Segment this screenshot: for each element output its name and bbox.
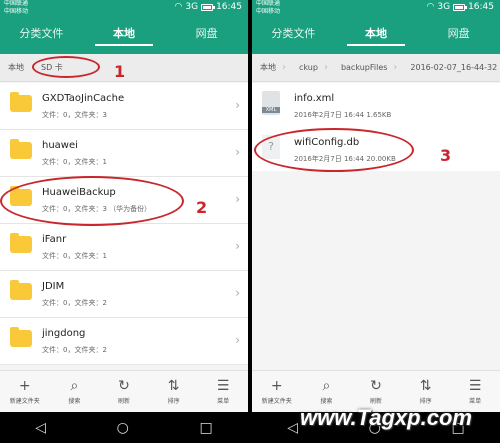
folder-icon [10,92,32,112]
top-bar: 中国联通 中国移动 ◠ 3G 16:45 分类文件 本地 网盘 [0,0,248,54]
system-nav-bar: ◁ ○ □ [0,412,248,443]
tab-categories[interactable]: 分类文件 [252,22,335,46]
tab-indicator [347,44,405,46]
signal-icon: 3G [437,2,451,12]
annotation-ellipse-3 [254,128,414,172]
folder-icon [10,327,32,347]
refresh-icon: ↻ [118,378,130,394]
status-bar: 中国联通 中国移动 ◠ 3G 16:45 [0,0,248,18]
tab-bar: 分类文件 本地 网盘 [252,22,500,46]
new-folder-button[interactable]: + 新建文件夹 [0,371,50,412]
annotation-number-2: 2 [196,198,208,217]
breadcrumb-item-backup[interactable]: ckup › [291,54,333,81]
xml-file-icon: XML [262,91,280,115]
watermark: www.Tagxp.com [300,405,472,430]
annotation-ellipse-1 [32,56,100,78]
list-item[interactable]: jingdong 文件：0，文件夹：2 › [0,318,248,365]
status-bar: 中国联通 中国移动 ◠ 3G 16:45 [252,0,500,18]
folder-icon [10,139,32,159]
folder-meta: 文件：0，文件夹：2 [42,346,107,354]
search-icon: ⌕ [70,378,79,394]
status-right: ◠ 3G 16:45 [175,2,243,12]
folder-name: jingdong [42,328,86,339]
chevron-right-icon: › [235,98,240,112]
wifi-icon: ◠ [426,2,435,12]
annotation-number-1: 1 [114,62,126,81]
folder-meta: 文件：0，文件夹：1 [42,252,107,260]
chevron-right-icon: › [235,286,240,300]
breadcrumb-item-backupfiles[interactable]: backupFiles › [333,54,402,81]
tab-bar: 分类文件 本地 网盘 [0,22,248,46]
folder-name: huawei [42,140,78,151]
file-meta: 2016年2月7日 16:44 1.65KB [294,111,392,119]
home-icon[interactable]: ○ [117,420,129,436]
back-icon[interactable]: ◁ [35,420,46,436]
chevron-right-icon: › [235,333,240,347]
list-item[interactable]: JDIM 文件：0，文件夹：2 › [0,271,248,318]
carrier-labels: 中国联通 中国移动 [256,0,280,16]
carrier-labels: 中国联通 中国移动 [4,0,28,16]
recents-icon[interactable]: □ [199,420,212,436]
tab-indicator [95,44,153,46]
back-icon[interactable]: ◁ [287,420,298,436]
folder-icon [10,233,32,253]
annotation-number-3: 3 [440,146,452,165]
status-right: ◠ 3G 16:45 [427,2,495,12]
folder-name: JDIM [42,281,65,292]
list-item[interactable]: iFanr 文件：0，文件夹：1 › [0,224,248,271]
right-screen: 中国联通 中国移动 ◠ 3G 16:45 分类文件 本地 网盘 本地 › ckup… [252,0,500,443]
chevron-right-icon: › [235,192,240,206]
menu-button[interactable]: ☰ 菜单 [198,371,248,412]
list-item[interactable]: GXDTaoJinCache 文件：0，文件夹：3 › [0,83,248,130]
wifi-icon: ◠ [174,2,183,12]
search-icon: ⌕ [322,378,331,394]
menu-icon: ☰ [468,378,482,394]
tab-categories[interactable]: 分类文件 [0,22,83,46]
carrier-2: 中国移动 [256,8,281,15]
breadcrumb: 本地 › ckup › backupFiles › 2016-02-07_16-44-… [252,54,500,82]
clock: 16:45 [468,2,494,12]
list-item[interactable]: XML info.xml 2016年2月7日 16:44 1.65KB [252,83,500,127]
battery-icon [201,3,216,11]
breadcrumb-item-local[interactable]: 本地 › [252,54,291,81]
chevron-right-icon: › [235,239,240,253]
sort-icon: ⇅ [167,378,180,394]
refresh-icon: ↻ [370,378,382,394]
signal-icon: 3G [185,2,199,12]
tab-cloud[interactable]: 网盘 [165,22,248,46]
tab-local[interactable]: 本地 [83,22,166,46]
plus-icon: + [18,378,31,394]
new-folder-button[interactable]: + 新建文件夹 [252,371,302,412]
tab-cloud[interactable]: 网盘 [417,22,500,46]
folder-name: GXDTaoJinCache [42,93,125,104]
search-button[interactable]: ⌕ 搜索 [50,371,100,412]
bottom-toolbar: + 新建文件夹 ⌕ 搜索 ↻ 刷新 ⇅ 排序 ☰ 菜单 [0,370,248,412]
carrier-1: 中国联通 [4,0,29,7]
file-name: info.xml [294,93,335,104]
breadcrumb-item-date[interactable]: 2016-02-07_16-44-32 [402,54,500,81]
refresh-button[interactable]: ↻ 刷新 [99,371,149,412]
folder-name: iFanr [42,234,67,245]
carrier-1: 中国联通 [256,0,281,7]
battery-icon [453,3,468,11]
sort-icon: ⇅ [419,378,432,394]
breadcrumb-item-local[interactable]: 本地 [0,54,29,81]
annotation-ellipse-2 [0,176,184,226]
sort-button[interactable]: ⇅ 排序 [149,371,199,412]
carrier-2: 中国移动 [4,8,29,15]
clock: 16:45 [216,2,242,12]
menu-icon: ☰ [216,378,230,394]
chevron-right-icon: › [235,145,240,159]
list-item[interactable]: huawei 文件：0，文件夹：1 › [0,130,248,177]
folder-meta: 文件：0，文件夹：1 [42,158,107,166]
folder-meta: 文件：0，文件夹：2 [42,299,107,307]
folder-icon [10,280,32,300]
plus-icon: + [270,378,283,394]
top-bar: 中国联通 中国移动 ◠ 3G 16:45 分类文件 本地 网盘 [252,0,500,54]
folder-meta: 文件：0，文件夹：3 [42,111,107,119]
tab-local[interactable]: 本地 [335,22,418,46]
